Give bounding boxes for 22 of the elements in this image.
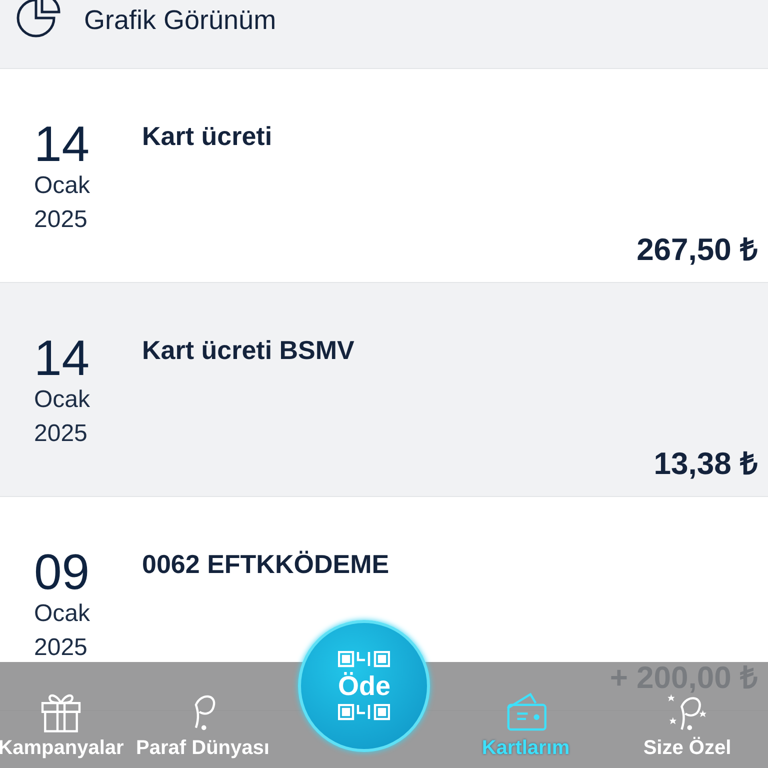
transaction-description: Kart ücreti xyxy=(142,121,274,152)
date-day: 14 xyxy=(34,333,96,383)
transaction-amount: 267,50 ₺ xyxy=(636,231,758,269)
qr-code-icon xyxy=(338,650,390,668)
date-day: 09 xyxy=(34,547,96,597)
qr-code-icon xyxy=(338,704,390,722)
date-year: 2025 xyxy=(34,633,88,663)
transaction-amount: 13,38 ₺ xyxy=(654,445,758,483)
date-day: 14 xyxy=(34,119,96,169)
nav-tab[interactable]: Paraf Dünyası xyxy=(122,689,284,768)
nav-tab[interactable]: Size Özel xyxy=(606,689,768,768)
date-year: 2025 xyxy=(34,419,88,449)
pie-chart-icon[interactable] xyxy=(16,0,62,38)
transaction-description: 0062 EFTKKÖDEME xyxy=(142,549,390,580)
transaction-description: Kart ücreti BSMV xyxy=(142,335,356,366)
date-month: Ocak xyxy=(34,385,92,415)
date-year: 2025 xyxy=(34,205,88,235)
view-title: Grafik Görünüm xyxy=(84,5,276,36)
pay-button[interactable]: Öde xyxy=(298,620,430,752)
nav-tab[interactable]: Kartlarım xyxy=(445,689,606,768)
date-month: Ocak xyxy=(34,171,92,201)
date-month: Ocak xyxy=(34,599,92,629)
